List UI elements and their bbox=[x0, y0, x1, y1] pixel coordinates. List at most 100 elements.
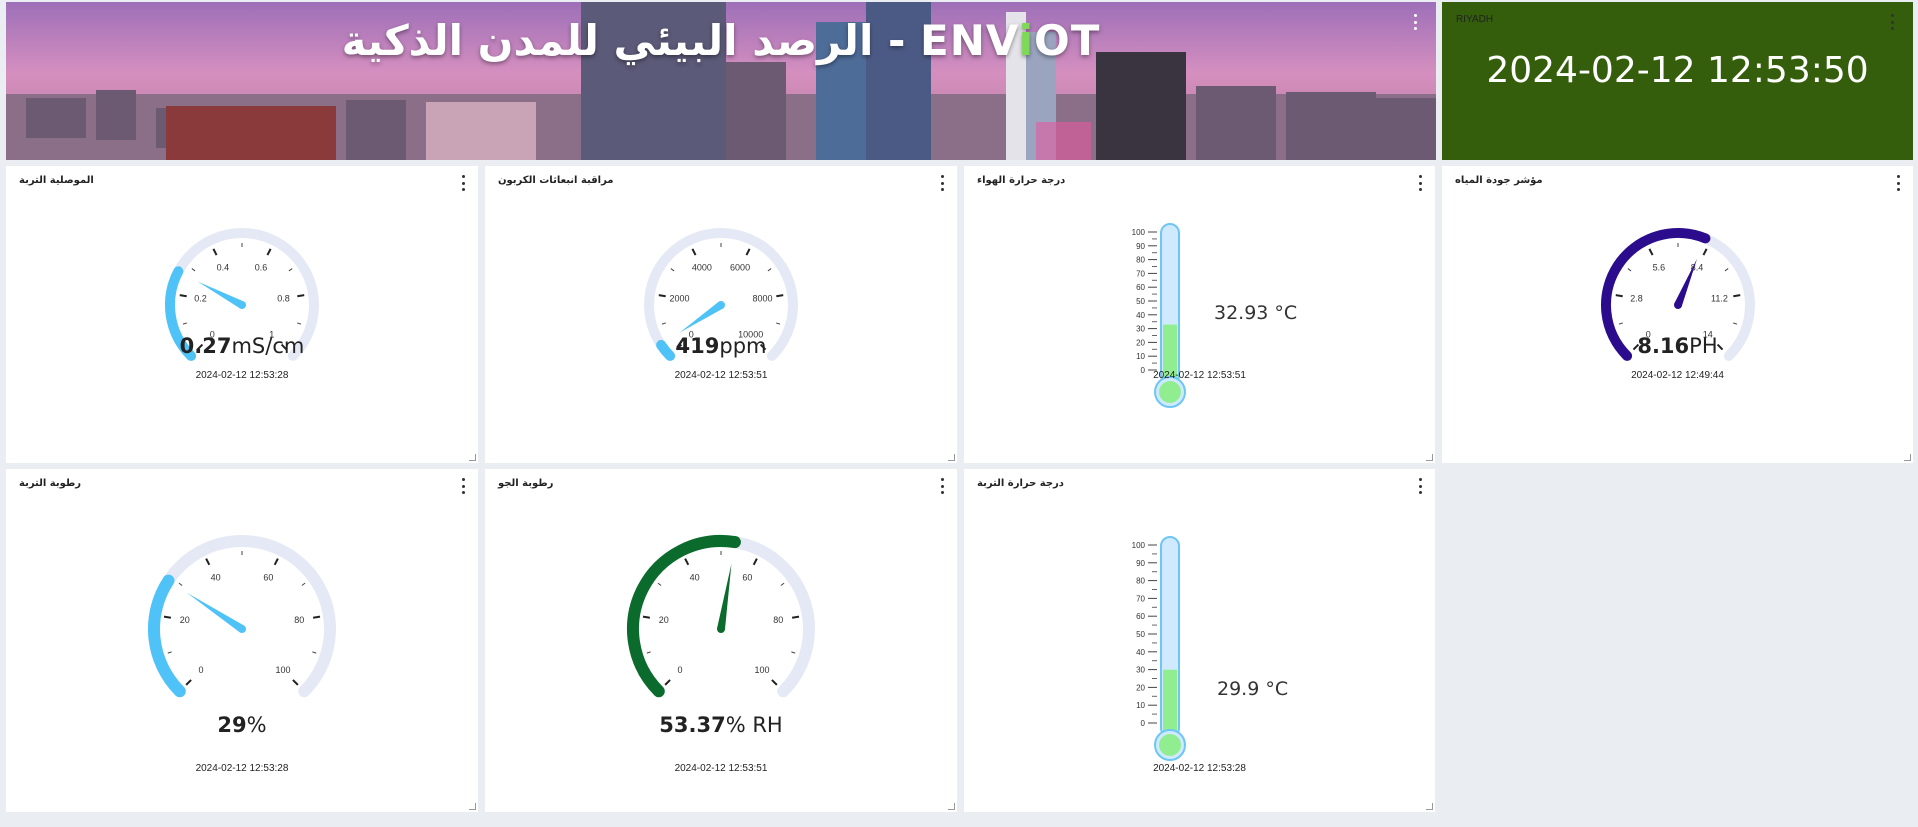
gauge-tick-label: 60 bbox=[742, 572, 752, 582]
widget-title: مراقبة انبعاثات الكربون bbox=[498, 175, 614, 186]
clock-city-label: RIYADH bbox=[1456, 14, 1494, 25]
gauge-major-tick bbox=[752, 558, 758, 566]
gauge-needle-hub bbox=[717, 625, 725, 633]
widget-timestamp: 2024-02-12 12:53:51 bbox=[674, 763, 768, 774]
gauge-major-tick bbox=[273, 558, 279, 566]
gauge-major-tick bbox=[776, 294, 784, 298]
gauge-tick-label: 80 bbox=[294, 615, 304, 625]
resize-handle[interactable] bbox=[948, 454, 955, 461]
widget-menu-button[interactable] bbox=[460, 478, 466, 494]
thermometer: 1009080706050403020100 bbox=[1132, 223, 1186, 408]
resize-handle[interactable] bbox=[1904, 454, 1911, 461]
gauge-minor-tick bbox=[1724, 268, 1728, 272]
water-quality-card: مؤشر جودة المياه 0 2.8 5.6 8.4 11.2 14 8.16PH 20… bbox=[1442, 166, 1913, 463]
gauge-minor-tick bbox=[167, 651, 172, 654]
gauge-minor-tick bbox=[661, 322, 666, 325]
gauge-major-tick bbox=[642, 615, 651, 619]
gauge-tick-label: 20 bbox=[659, 615, 669, 625]
gauge-minor-tick bbox=[1627, 268, 1631, 272]
reading-unit: mS/cm bbox=[231, 334, 305, 358]
gauge-tick-label: 20 bbox=[180, 615, 190, 625]
reading-unit: % bbox=[246, 713, 267, 737]
gauge-dial: 020004000 6000800010000 bbox=[644, 228, 798, 361]
thermometer-scale-label: 90 bbox=[1136, 242, 1145, 251]
widget-timestamp: 2024-02-12 12:53:28 bbox=[195, 370, 289, 381]
gauge-minor-tick bbox=[1618, 322, 1623, 325]
gauge-major-tick bbox=[1615, 294, 1623, 298]
thermometer-scale-label: 40 bbox=[1136, 648, 1145, 657]
gauge-tick-label: 0.8 bbox=[277, 293, 290, 303]
widget-title: رطوبة الجو bbox=[498, 478, 554, 489]
gauge-major-tick bbox=[1732, 294, 1740, 298]
reading-unit: % RH bbox=[725, 713, 783, 737]
gauge-reading: 8.16PH bbox=[1442, 334, 1913, 358]
widget-menu-button[interactable] bbox=[460, 175, 466, 191]
carbon-emissions-card: مراقبة انبعاثات الكربون 0 2000 4000 6000 8000… bbox=[485, 166, 957, 463]
gauge-minor-tick bbox=[776, 322, 781, 325]
gauge-dial: 00.20.4 0.60.81 bbox=[165, 228, 319, 361]
gauge-minor-tick bbox=[301, 582, 306, 586]
gauge-tick-label: 0.6 bbox=[255, 263, 268, 273]
reading-value: 0.27 bbox=[179, 334, 232, 358]
clock-menu-button[interactable] bbox=[1889, 14, 1895, 30]
thermometer-scale-label: 10 bbox=[1136, 701, 1145, 710]
gauge-major-tick bbox=[745, 248, 751, 256]
widget-timestamp: 2024-02-12 12:53:51 bbox=[674, 370, 768, 381]
thermometer-bulb bbox=[1159, 381, 1181, 403]
widget-menu-button[interactable] bbox=[1417, 478, 1423, 494]
gauge-major-tick bbox=[312, 615, 321, 619]
temperature-value: 32.93 °C bbox=[1214, 302, 1298, 324]
resize-handle[interactable] bbox=[1426, 454, 1433, 461]
widget-timestamp: 2024-02-12 12:53:51 bbox=[1153, 370, 1246, 381]
widget-title: مؤشر جودة المياه bbox=[1455, 175, 1543, 186]
thermometer: 1009080706050403020100 bbox=[1132, 536, 1186, 761]
gauge-minor-tick bbox=[670, 268, 675, 272]
resize-handle[interactable] bbox=[469, 803, 476, 810]
thermometer-scale-label: 50 bbox=[1136, 297, 1145, 306]
soil-temperature-card: درجة حرارة التربة 100 90 80 70 60 50 40 30 20 10 0 2… bbox=[964, 469, 1435, 812]
gauge-major-tick bbox=[163, 615, 172, 619]
gauge-tick-label: 0.2 bbox=[194, 293, 207, 303]
widget-menu-button[interactable] bbox=[939, 175, 945, 191]
resize-handle[interactable] bbox=[1426, 803, 1433, 810]
gauge-minor-tick bbox=[646, 651, 651, 654]
widget-menu-button[interactable] bbox=[939, 478, 945, 494]
gauge-minor-tick bbox=[191, 268, 196, 272]
gauge-major-tick bbox=[791, 615, 800, 619]
thermometer-scale-label: 100 bbox=[1132, 228, 1146, 237]
soil-conductivity-card: الموصلية التربة 0 0.2 0.4 0.6 0.8 1 0.27mS/cm 20… bbox=[6, 166, 478, 463]
resize-handle[interactable] bbox=[469, 454, 476, 461]
gauge-reading: 53.37% RH bbox=[485, 713, 957, 737]
widget-menu-button[interactable] bbox=[1895, 175, 1901, 191]
resize-handle[interactable] bbox=[948, 803, 955, 810]
gauge-tick-label: 40 bbox=[211, 572, 221, 582]
gauge-needle-hub bbox=[1673, 301, 1682, 309]
thermometer-bulb bbox=[1159, 734, 1181, 756]
reading-value: 29 bbox=[217, 713, 247, 737]
thermometer-scale-label: 80 bbox=[1136, 256, 1145, 265]
gauge-tick-label: 2.8 bbox=[1630, 293, 1643, 303]
gauge-needle bbox=[717, 563, 732, 630]
gauge-major-tick bbox=[691, 248, 697, 256]
widget-title: درجة حرارة الهواء bbox=[977, 175, 1066, 186]
gauge-value-arc bbox=[148, 574, 186, 698]
gauge-reading: 0.27mS/cm bbox=[6, 334, 478, 358]
thermometer-scale-label: 60 bbox=[1136, 612, 1145, 621]
thermometer-scale-label: 90 bbox=[1136, 559, 1145, 568]
gauge-major-tick bbox=[771, 679, 778, 686]
widget-menu-button[interactable] bbox=[1417, 175, 1423, 191]
banner-title: الرصد البيئي للمدن الذكية - ENViOT bbox=[341, 16, 1101, 65]
gauge-tick-label: 100 bbox=[754, 665, 769, 675]
thermometer-scale-label: 0 bbox=[1141, 719, 1146, 728]
air-humidity-card: رطوبة الجو 0 20 40 60 80 100 53.37% RH 2024-02-1… bbox=[485, 469, 957, 812]
gauge-tick-label: 2000 bbox=[670, 293, 690, 303]
gauge-value-arc bbox=[627, 535, 741, 698]
widget-title: الموصلية التربة bbox=[19, 175, 94, 186]
gauge-tick-label: 0.4 bbox=[217, 263, 230, 273]
thermometer-scale-label: 30 bbox=[1136, 666, 1145, 675]
banner-menu-button[interactable] bbox=[1412, 14, 1418, 30]
gauge-tick-label: 0 bbox=[198, 665, 203, 675]
thermometer-scale-label: 30 bbox=[1136, 325, 1145, 334]
clock-time: 2024-02-12 12:53:50 bbox=[1486, 50, 1869, 91]
gauge-needle-hub bbox=[717, 301, 725, 309]
